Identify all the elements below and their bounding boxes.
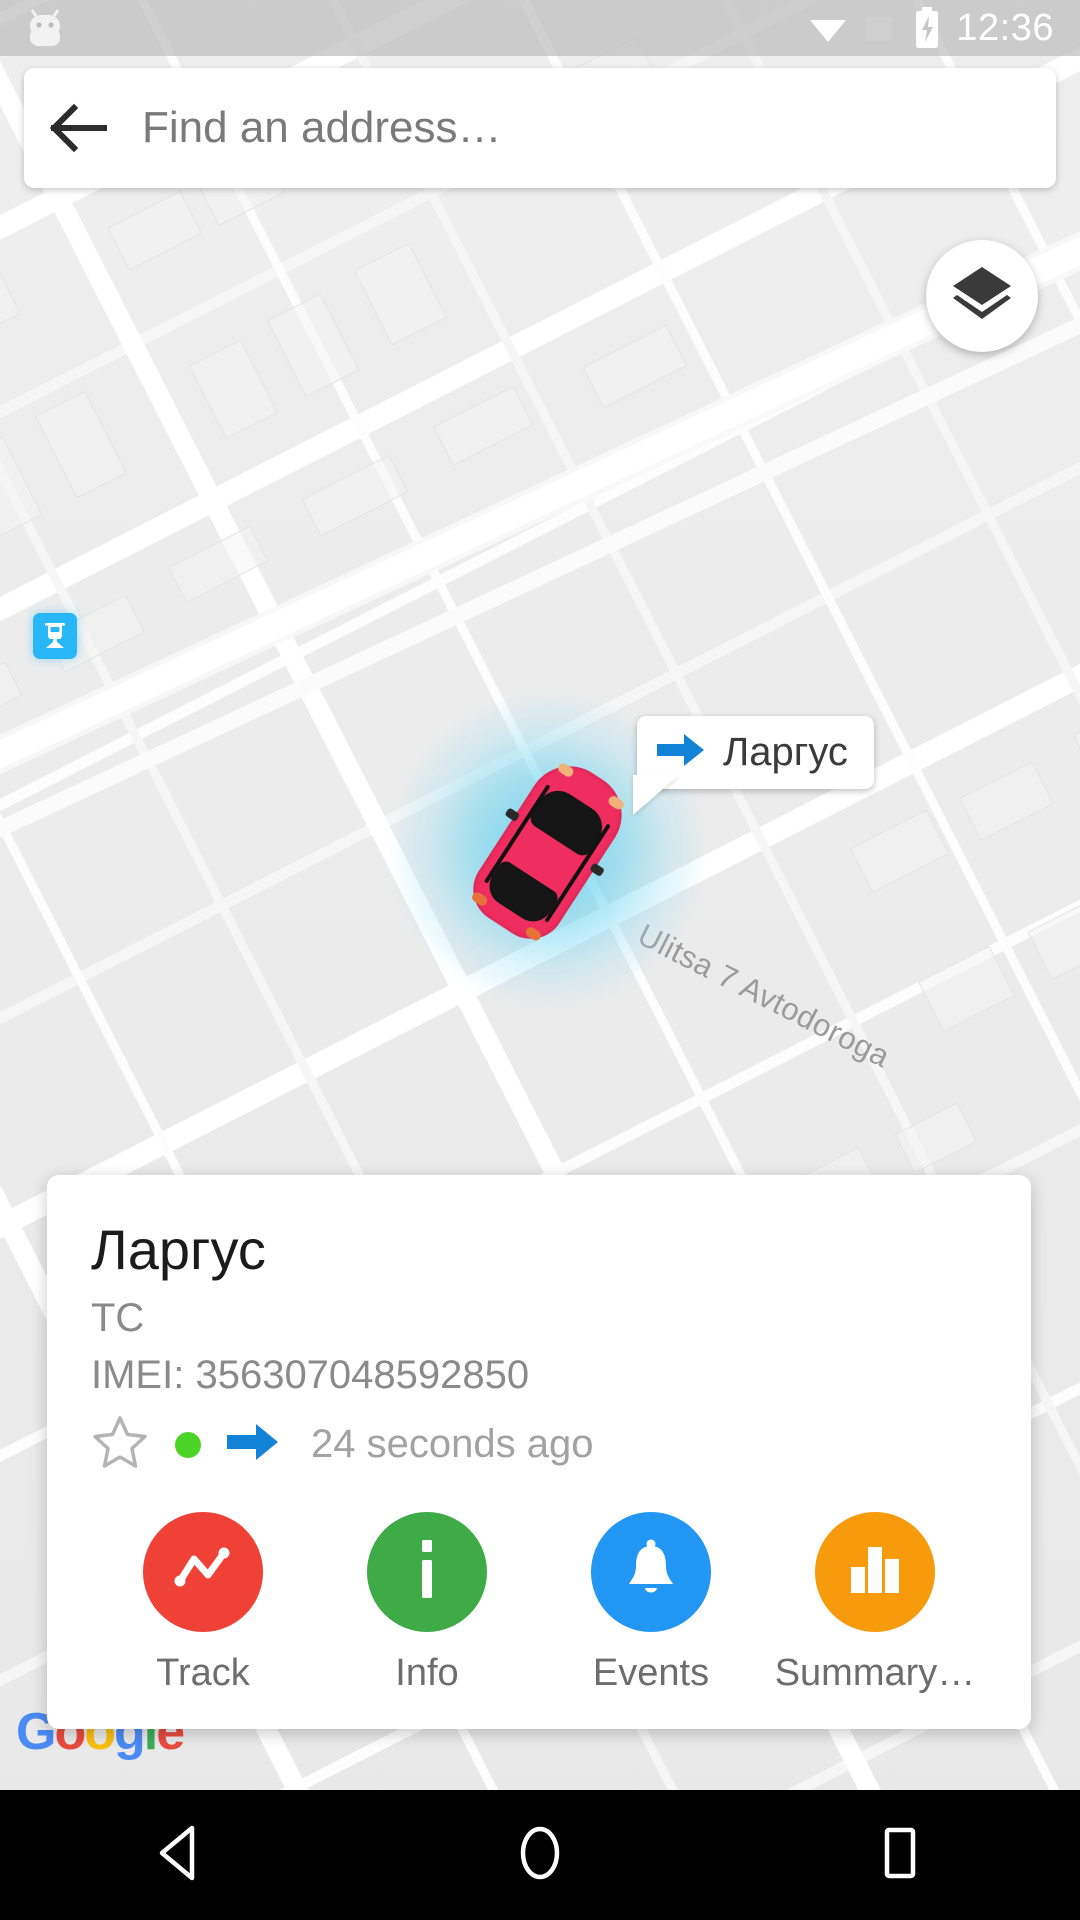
train-station-icon[interactable] bbox=[33, 613, 77, 659]
summary-button-label: Summary… bbox=[774, 1651, 976, 1694]
vehicle-info-card[interactable]: Ларгус ТС IMEI: 356307048592850 24 secon… bbox=[47, 1175, 1031, 1729]
summary-button-circle bbox=[815, 1511, 935, 1632]
nav-recents-button[interactable] bbox=[820, 1790, 980, 1920]
layers-icon bbox=[951, 265, 1013, 328]
cell-signal-icon bbox=[862, 11, 898, 45]
android-navigation-bar bbox=[0, 1790, 1080, 1920]
events-button[interactable]: Events bbox=[539, 1511, 763, 1695]
info-button-label: Info bbox=[395, 1651, 459, 1694]
status-bar-left bbox=[0, 6, 66, 50]
info-button-circle bbox=[367, 1511, 487, 1632]
events-button-circle bbox=[591, 1511, 711, 1632]
status-bar: 12:36 bbox=[0, 0, 1080, 56]
status-bar-clock: 12:36 bbox=[956, 7, 1054, 49]
action-buttons-row: Track Info Events Summary… bbox=[91, 1511, 987, 1695]
track-button-label: Track bbox=[156, 1651, 250, 1694]
blue-right-arrow-icon bbox=[227, 1422, 279, 1467]
bar-chart-icon bbox=[846, 1541, 904, 1602]
track-button-circle bbox=[143, 1511, 263, 1632]
back-triangle-icon bbox=[152, 1822, 208, 1889]
tooltip-pointer bbox=[633, 775, 679, 815]
events-button-label: Events bbox=[592, 1651, 710, 1694]
battery-charging-icon bbox=[912, 7, 942, 49]
home-circle-icon bbox=[512, 1822, 568, 1889]
online-status-dot bbox=[175, 1431, 201, 1458]
vehicle-tooltip[interactable]: Ларгус bbox=[633, 716, 874, 815]
imei-label: IMEI: 356307048592850 bbox=[91, 1352, 530, 1397]
summary-button[interactable]: Summary… bbox=[763, 1511, 987, 1695]
info-icon bbox=[414, 1538, 440, 1605]
track-button[interactable]: Track bbox=[91, 1511, 315, 1695]
info-button[interactable]: Info bbox=[315, 1511, 539, 1695]
recents-square-icon bbox=[872, 1822, 928, 1889]
status-bar-right: 12:36 bbox=[808, 7, 1080, 49]
back-arrow-icon[interactable] bbox=[24, 68, 134, 188]
page-title: Ларгус bbox=[91, 1218, 266, 1281]
blue-right-arrow-icon bbox=[657, 732, 705, 773]
bell-icon bbox=[622, 1538, 680, 1605]
phone-screen: Ulitsa 7 Avtodoroga Ларгус Google 12:36 … bbox=[0, 0, 1080, 1920]
vehicle-tooltip-label: Ларгус bbox=[723, 730, 848, 774]
last-update-label: 24 seconds ago bbox=[311, 1422, 594, 1467]
search-input[interactable] bbox=[134, 103, 1056, 153]
layers-button[interactable] bbox=[926, 240, 1038, 352]
wifi-icon bbox=[808, 11, 848, 45]
status-row: 24 seconds ago bbox=[91, 1414, 987, 1476]
nav-back-button[interactable] bbox=[100, 1790, 260, 1920]
nav-home-button[interactable] bbox=[460, 1790, 620, 1920]
vehicle-type-label: ТС bbox=[91, 1295, 145, 1340]
star-outline-icon[interactable] bbox=[91, 1414, 149, 1475]
search-bar[interactable] bbox=[24, 68, 1056, 188]
android-mascot-icon bbox=[24, 6, 66, 50]
line-chart-icon bbox=[172, 1543, 234, 1600]
